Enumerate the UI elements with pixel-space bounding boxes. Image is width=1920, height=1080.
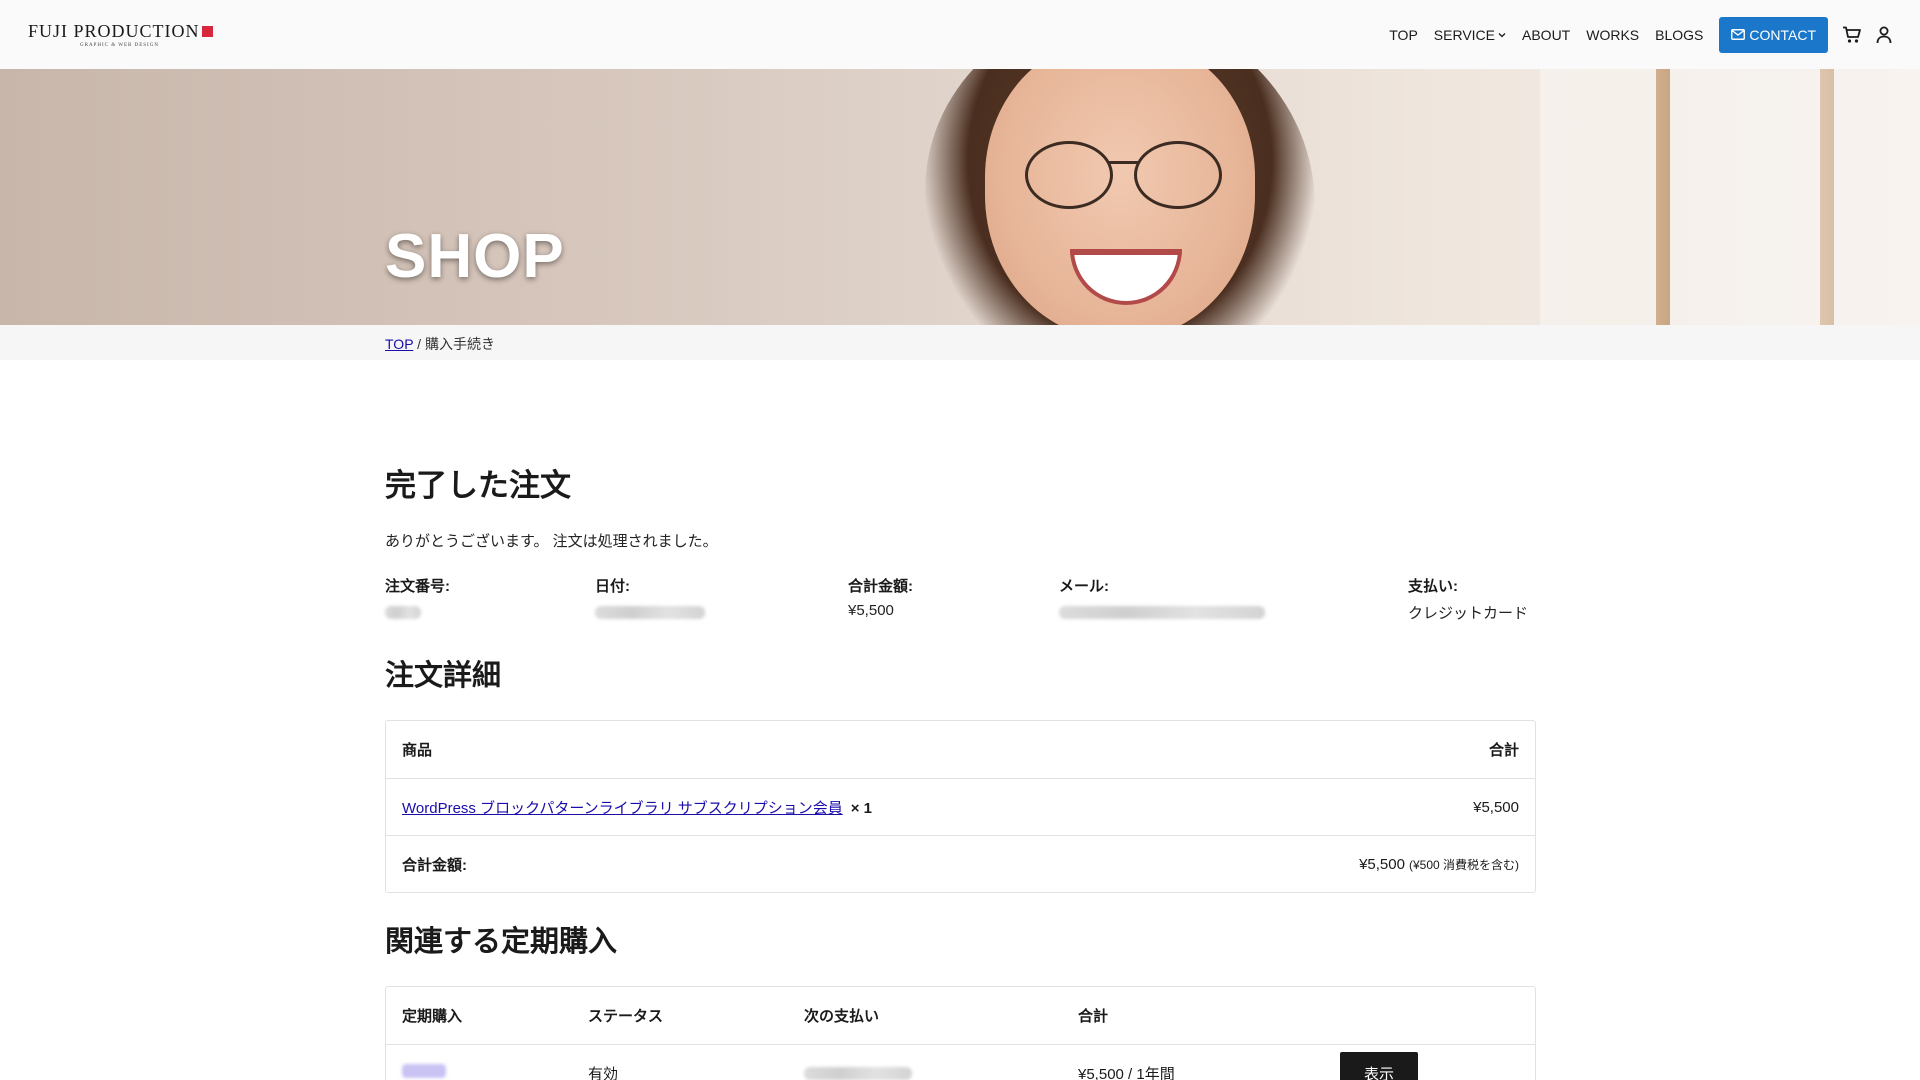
logo-subtext: GRAPHIC & WEB DESIGN [80, 43, 159, 48]
mail-icon [1731, 29, 1746, 40]
hero-banner: SHOP [0, 69, 1920, 325]
subscription-total: ¥5,500 / 1年間 [1078, 1065, 1175, 1080]
order-details-heading: 注文詳細 [385, 660, 502, 692]
nav-works[interactable]: WORKS [1586, 27, 1639, 43]
nav-top[interactable]: TOP [1389, 27, 1418, 43]
order-date-value-redacted [595, 606, 705, 619]
subscriptions-table: 定期購入 ステータス 次の支払い 合計 有効 ¥5,500 / 1年間 表示 [385, 986, 1536, 1080]
order-payment-value: クレジットカード [1408, 605, 1529, 622]
col-next-payment: 次の支払い [804, 1008, 880, 1025]
order-total-label: 合計金額: [848, 578, 913, 595]
col-total: 合計 [1488, 742, 1519, 759]
sum-label: 合計金額: [402, 856, 467, 874]
related-subscriptions-heading: 関連する定期購入 [385, 926, 618, 958]
product-link[interactable]: WordPress ブロックパターンライブラリ サブスクリプション会員 [402, 800, 843, 817]
main-content: 完了した注文 ありがとうございます。 注文は処理されました。 注文番号: 日付:… [385, 460, 1536, 1080]
nav-about[interactable]: ABOUT [1522, 27, 1570, 43]
hero-title: SHOP [385, 222, 565, 291]
order-number-label: 注文番号: [385, 578, 450, 595]
logo-seal-icon [201, 26, 213, 37]
table-row: 合計金額: ¥5,500 (¥500 消費税を含む) [386, 835, 1535, 892]
thank-you-message: ありがとうございます。 注文は処理されました。 [385, 533, 718, 550]
table-row: WordPress ブロックパターンライブラリ サブスクリプション会員 × 1 ¥… [386, 778, 1535, 835]
user-icon [1876, 26, 1892, 43]
order-details-table: 商品 合計 WordPress ブロックパターンライブラリ サブスクリプション会… [385, 720, 1536, 893]
hero-photo-glasses-right [1134, 141, 1222, 209]
breadcrumb-separator: / [417, 336, 422, 352]
cart-button[interactable] [1842, 26, 1862, 44]
nav-blogs[interactable]: BLOGS [1655, 27, 1703, 43]
order-total: 合計金額: ¥5,500 [848, 575, 913, 619]
table-header-row: 商品 合計 [386, 721, 1535, 778]
view-subscription-button[interactable]: 表示 [1340, 1052, 1418, 1080]
order-date: 日付: [595, 575, 705, 619]
hero-photo-glasses-left [1025, 141, 1113, 209]
order-email: メール: [1059, 575, 1265, 619]
table-header-row: 定期購入 ステータス 次の支払い 合計 [386, 987, 1535, 1044]
breadcrumb-bar: TOP / 購入手続き [0, 325, 1920, 360]
hero-window-frame [1656, 69, 1670, 325]
order-payment-label: 支払い: [1408, 578, 1458, 595]
order-date-label: 日付: [595, 578, 630, 595]
account-button[interactable] [1876, 26, 1892, 44]
product-quantity: × 1 [850, 799, 873, 817]
subscription-status: 有効 [588, 1065, 619, 1080]
main-nav: TOP SERVICE ABOUT WORKS BLOGS CONTACT [1373, 16, 1892, 53]
hero-photo-glasses-bridge [1108, 161, 1138, 164]
nav-service[interactable]: SERVICE [1434, 27, 1506, 43]
col-sub-total: 合計 [1078, 1008, 1109, 1025]
order-email-value-redacted [1059, 606, 1265, 619]
order-email-label: メール: [1059, 578, 1109, 595]
table-row: 有効 ¥5,500 / 1年間 表示 [386, 1044, 1535, 1080]
breadcrumb-home-link[interactable]: TOP [385, 336, 413, 352]
order-overview: 注文番号: 日付: 合計金額: ¥5,500 メール: 支払い: クレジットカー… [385, 575, 1536, 627]
order-complete-heading: 完了した注文 [385, 468, 571, 503]
logo-text: FUJI PRODUCTION [28, 21, 200, 41]
col-subscription: 定期購入 [402, 1008, 463, 1025]
next-payment-redacted [804, 1066, 912, 1080]
contact-button[interactable]: CONTACT [1719, 16, 1828, 53]
breadcrumb: TOP / 購入手続き [385, 334, 495, 354]
breadcrumb-current: 購入手続き [424, 336, 495, 352]
sum-value: ¥5,500 [1359, 855, 1405, 873]
contact-label: CONTACT [1749, 26, 1816, 43]
order-number: 注文番号: [385, 575, 450, 619]
col-product: 商品 [402, 742, 433, 759]
chevron-down-icon [1498, 32, 1506, 37]
site-header: FUJI PRODUCTION GRAPHIC & WEB DESIGN TOP… [0, 0, 1920, 69]
hero-window-frame [1820, 69, 1834, 325]
cart-icon [1843, 26, 1861, 43]
nav-service-label: SERVICE [1433, 26, 1495, 43]
product-total: ¥5,500 [1473, 798, 1519, 816]
site-logo[interactable]: FUJI PRODUCTION GRAPHIC & WEB DESIGN [28, 21, 213, 48]
hero-window-pane [1540, 69, 1920, 325]
order-total-value: ¥5,500 [848, 602, 894, 619]
order-payment: 支払い: クレジットカード [1408, 575, 1528, 623]
sum-tax-note: (¥500 消費税を含む) [1408, 857, 1519, 872]
subscription-link-redacted[interactable] [402, 1064, 446, 1078]
col-status: ステータス [588, 1008, 664, 1025]
order-number-value-redacted [385, 606, 421, 619]
